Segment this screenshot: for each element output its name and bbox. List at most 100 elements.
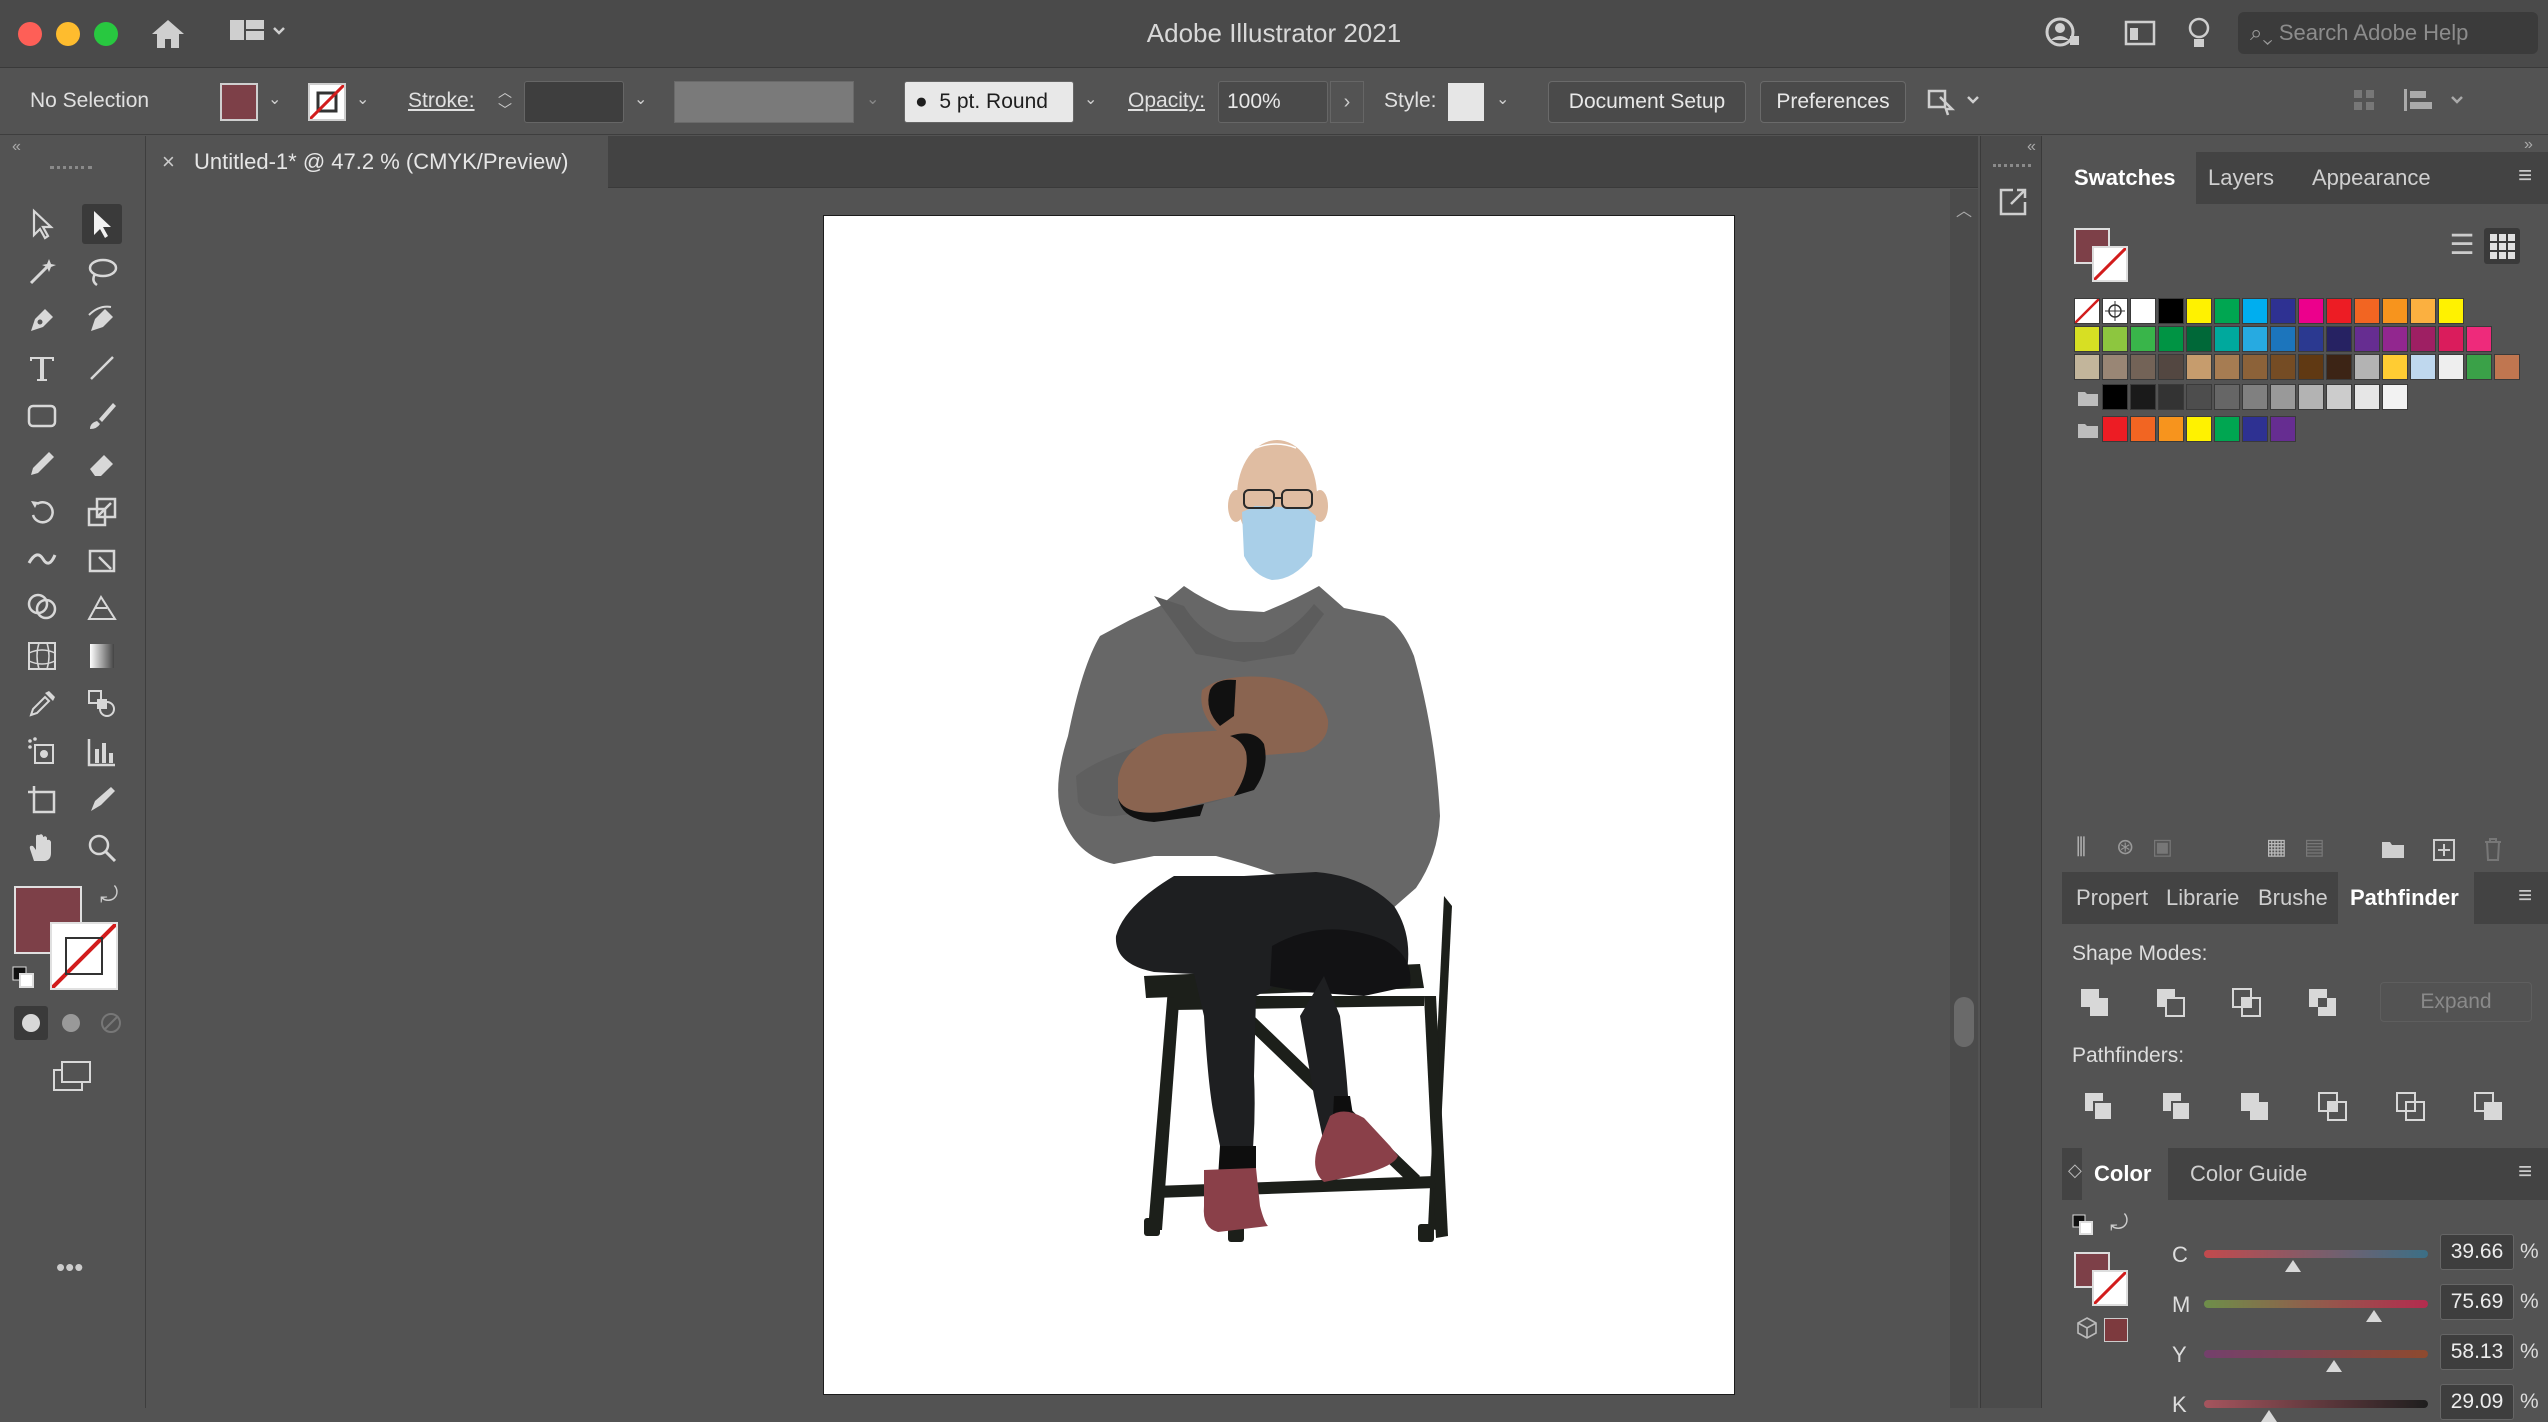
swatch[interactable] xyxy=(2158,354,2184,380)
channel-value-k[interactable]: 29.09 xyxy=(2440,1384,2514,1420)
panel-menu-icon[interactable]: ≡ xyxy=(2518,1158,2532,1186)
fill-color-swatch[interactable] xyxy=(220,83,258,121)
swatch-registration[interactable] xyxy=(2102,298,2128,324)
eyedropper-tool-icon[interactable] xyxy=(22,684,62,724)
rotate-tool-icon[interactable] xyxy=(22,492,62,532)
brush-definition-select[interactable]: ● 5 pt. Round xyxy=(904,81,1074,123)
width-tool-icon[interactable] xyxy=(22,540,62,580)
swap-fill-stroke-icon[interactable]: ⤾ xyxy=(100,882,118,908)
color-stroke-indicator[interactable] xyxy=(2092,1270,2128,1306)
user-account-icon[interactable] xyxy=(2044,16,2080,50)
opacity-label[interactable]: Opacity: xyxy=(1128,89,1205,113)
swatch[interactable] xyxy=(2242,416,2268,442)
pencil-tool-icon[interactable] xyxy=(22,444,62,484)
expand-button[interactable]: Expand xyxy=(2380,982,2532,1022)
variable-width-profile[interactable] xyxy=(674,81,854,123)
intersect-icon[interactable] xyxy=(2230,986,2264,1020)
none-mode-icon[interactable] xyxy=(94,1006,128,1040)
channel-slider-y[interactable] xyxy=(2204,1350,2428,1358)
merge-icon[interactable] xyxy=(2238,1090,2272,1124)
swatch[interactable] xyxy=(2242,354,2268,380)
swatch[interactable] xyxy=(2158,384,2184,410)
swatch[interactable] xyxy=(2242,384,2268,410)
selection-tool-icon[interactable] xyxy=(22,204,62,244)
eraser-tool-icon[interactable] xyxy=(82,444,122,484)
shape-builder-tool-icon[interactable] xyxy=(22,588,62,628)
channel-slider-thumb[interactable] xyxy=(2261,1410,2278,1422)
new-swatch-icon[interactable] xyxy=(2432,838,2456,862)
mesh-tool-icon[interactable] xyxy=(22,636,62,676)
tab-swatches[interactable]: Swatches xyxy=(2062,152,2196,204)
swap-colors-icon[interactable]: ⤾ xyxy=(2110,1210,2128,1236)
swatch[interactable] xyxy=(2130,354,2156,380)
channel-slider-k[interactable] xyxy=(2204,1400,2428,1408)
toolbar-grip[interactable] xyxy=(50,166,92,174)
swatch[interactable] xyxy=(2186,326,2212,352)
stroke-weight-stepper[interactable]: ︿ ﹀ xyxy=(492,83,518,123)
swatch[interactable] xyxy=(2438,326,2464,352)
tab-appearance[interactable]: Appearance xyxy=(2300,152,2443,204)
document-setup-button[interactable]: Document Setup xyxy=(1548,81,1746,123)
panel-menu-icon[interactable]: ≡ xyxy=(2518,882,2532,910)
column-graph-tool-icon[interactable] xyxy=(82,732,122,772)
unite-icon[interactable] xyxy=(2078,986,2112,1020)
channel-value-m[interactable]: 75.69 xyxy=(2440,1284,2514,1320)
swatch[interactable] xyxy=(2354,326,2380,352)
direct-selection-tool-icon[interactable] xyxy=(82,204,122,244)
close-document-icon[interactable]: × xyxy=(162,136,175,188)
swatch[interactable] xyxy=(2102,384,2128,410)
swatch[interactable] xyxy=(2410,326,2436,352)
swatch[interactable] xyxy=(2158,326,2184,352)
channel-value-c[interactable]: 39.66 xyxy=(2440,1234,2514,1270)
minus-back-icon[interactable] xyxy=(2472,1090,2506,1124)
pen-tool-icon[interactable] xyxy=(22,300,62,340)
type-tool-icon[interactable] xyxy=(22,348,62,388)
swatch[interactable] xyxy=(2270,326,2296,352)
swatch[interactable] xyxy=(2326,384,2352,410)
exclude-icon[interactable] xyxy=(2306,986,2340,1020)
magic-wand-tool-icon[interactable] xyxy=(22,252,62,292)
swatch[interactable] xyxy=(2298,298,2324,324)
swatch[interactable] xyxy=(2382,384,2408,410)
swatch[interactable] xyxy=(2186,384,2212,410)
swatch[interactable] xyxy=(2354,384,2380,410)
channel-slider-thumb[interactable] xyxy=(2326,1360,2343,1372)
swatch-none[interactable] xyxy=(2074,298,2100,324)
line-segment-tool-icon[interactable] xyxy=(82,348,122,388)
swatch[interactable] xyxy=(2130,384,2156,410)
swatch[interactable] xyxy=(2438,298,2464,324)
swatch[interactable] xyxy=(2186,416,2212,442)
tab-color[interactable]: Color xyxy=(2082,1148,2168,1200)
preferences-button[interactable]: Preferences xyxy=(1760,81,1906,123)
channel-slider-c[interactable] xyxy=(2204,1250,2428,1258)
channel-slider-thumb[interactable] xyxy=(2284,1260,2301,1272)
document-tab[interactable]: × Untitled-1* @ 47.2 % (CMYK/Preview) xyxy=(148,136,608,188)
tab-properties[interactable]: Propert xyxy=(2062,872,2154,924)
swatch[interactable] xyxy=(2214,326,2240,352)
swatch[interactable] xyxy=(2354,354,2380,380)
fill-dropdown-chevron-icon[interactable]: ⌄ xyxy=(268,89,281,109)
scrollbar-thumb[interactable] xyxy=(1954,997,1974,1047)
perspective-grid-tool-icon[interactable] xyxy=(82,588,122,628)
swatch[interactable] xyxy=(2242,298,2268,324)
swatch[interactable] xyxy=(2074,354,2100,380)
rectangle-tool-icon[interactable] xyxy=(22,396,62,436)
artboard-tool-icon[interactable] xyxy=(22,780,62,820)
symbol-sprayer-tool-icon[interactable] xyxy=(22,732,62,772)
outline-icon[interactable] xyxy=(2394,1090,2428,1124)
swatch[interactable] xyxy=(2494,354,2520,380)
stroke-weight-chevron-icon[interactable]: ⌄ xyxy=(634,89,647,109)
swatch[interactable] xyxy=(2102,416,2128,442)
distribute-panel-icon[interactable] xyxy=(2402,85,2472,115)
channel-value-y[interactable]: 58.13 xyxy=(2440,1334,2514,1370)
panel-menu-icon[interactable]: ≡ xyxy=(2518,162,2532,190)
show-swatch-kinds-icon[interactable]: ⊛ xyxy=(2116,834,2134,860)
color-mode-icon[interactable] xyxy=(14,1006,48,1040)
stroke-color-swatch[interactable] xyxy=(308,83,346,121)
swatch-options-icon[interactable]: ▣ xyxy=(2152,834,2173,860)
swatch[interactable] xyxy=(2298,354,2324,380)
delete-swatch-icon[interactable] xyxy=(2482,836,2504,862)
dock-grip[interactable] xyxy=(1993,164,2031,170)
zoom-tool-icon[interactable] xyxy=(82,828,122,868)
thumbnail-view-icon[interactable] xyxy=(2484,228,2520,264)
